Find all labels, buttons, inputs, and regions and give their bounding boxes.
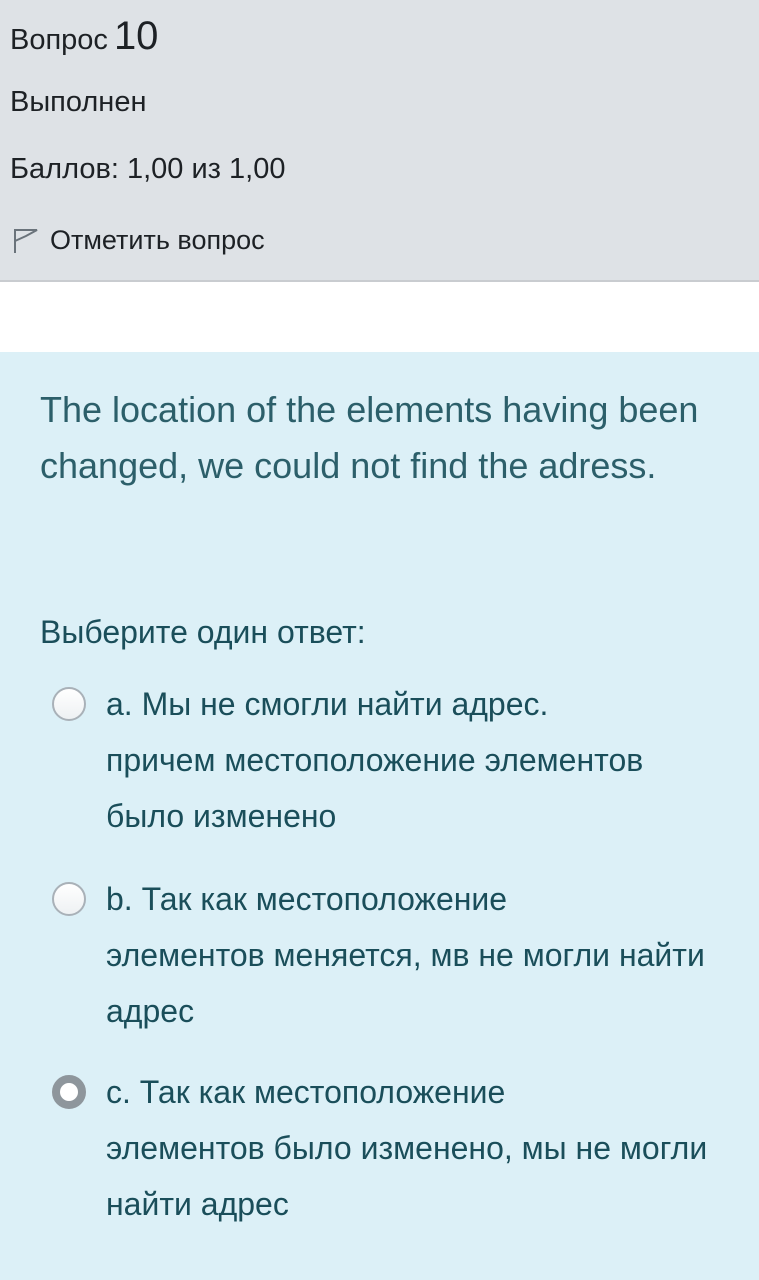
answer-option-c[interactable]: c. Так как местоположение элементов было… xyxy=(50,1072,730,1232)
flag-question-label: Отметить вопрос xyxy=(50,224,265,255)
option-b-line1: Так как местоположение xyxy=(141,881,508,917)
question-info-panel: Вопрос 10 Выполнен Баллов: 1,00 из 1,00 О… xyxy=(0,0,759,282)
answer-option-b-text[interactable]: b. Так как местоположение элементов меня… xyxy=(106,871,730,1039)
option-b-rest: элементов меняется, мв не могли найти ад… xyxy=(106,937,705,1029)
question-word: Вопрос xyxy=(10,24,108,56)
question-number-heading: Вопрос 10 xyxy=(10,14,158,59)
answer-option-c-text[interactable]: c. Так как местоположение элементов было… xyxy=(106,1064,730,1232)
option-letter-a: a. xyxy=(106,686,133,722)
flag-question-link[interactable]: Отметить вопрос xyxy=(10,218,265,262)
radio-button-a[interactable] xyxy=(52,687,86,721)
question-number: 10 xyxy=(113,14,159,58)
option-letter-b: b. xyxy=(106,881,133,917)
option-a-line1: Мы не смогли найти адрес. xyxy=(141,686,549,722)
option-c-rest: элементов было изменено, мы не могли най… xyxy=(106,1130,708,1222)
question-grade: Баллов: 1,00 из 1,00 xyxy=(10,153,286,185)
question-state: Выполнен xyxy=(10,86,147,118)
answer-option-a[interactable]: a. Мы не смогли найти адрес. причем мест… xyxy=(50,684,730,844)
question-text: The location of the elements having been… xyxy=(40,389,699,486)
answer-option-b[interactable]: b. Так как местоположение элементов меня… xyxy=(50,879,730,1039)
option-c-line1: Так как местоположение xyxy=(139,1074,506,1110)
radio-button-b[interactable] xyxy=(52,882,86,916)
radio-button-c-selected[interactable] xyxy=(52,1075,86,1109)
option-a-rest: причем местоположение элементов было изм… xyxy=(106,742,644,834)
flag-icon xyxy=(10,225,40,255)
answer-prompt: Выберите один ответ: xyxy=(40,614,366,650)
option-letter-c: c. xyxy=(106,1074,131,1110)
answer-option-a-text[interactable]: a. Мы не смогли найти адрес. причем мест… xyxy=(106,676,730,844)
question-formulation: The location of the elements having been… xyxy=(0,352,759,1280)
